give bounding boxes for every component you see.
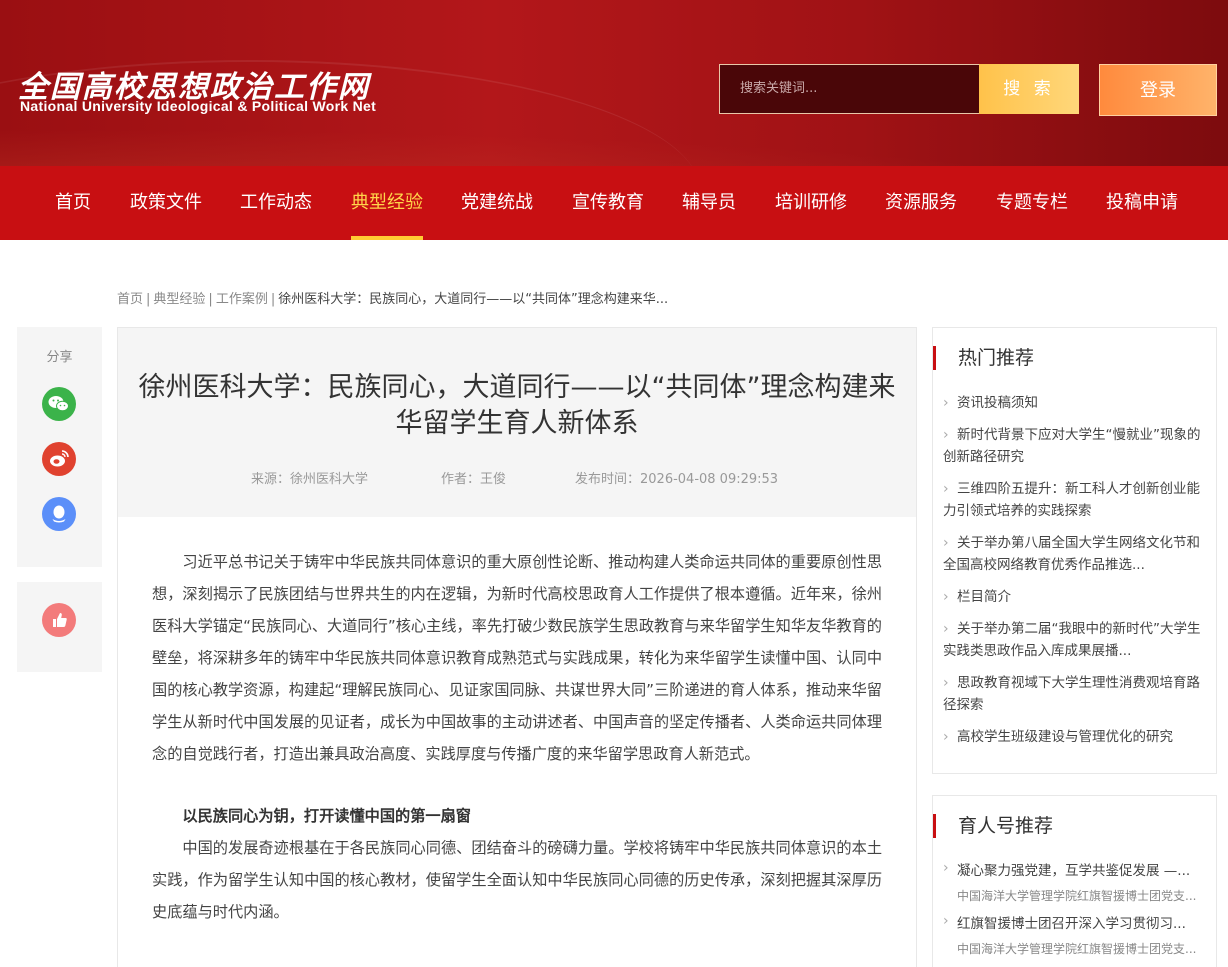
list-item-title[interactable]: 凝心聚力强党建，互学共鉴促发展 —... (957, 860, 1205, 882)
nav-item-typical-experience[interactable]: 典型经验 (351, 166, 423, 240)
nav-item-submission[interactable]: 投稿申请 (1106, 166, 1178, 240)
yuren-recommend-title: 育人号推荐 (933, 814, 1053, 838)
article: 徐州医科大学：民族同心，大道同行——以“共同体”理念构建来华留学生育人新体系 来… (117, 327, 917, 967)
breadcrumb-work-cases[interactable]: 工作案例 (216, 292, 268, 307)
hot-recommend-box: 热门推荐 资讯投稿须知 新时代背景下应对大学生“慢就业”现象的创新路径研究 三维… (932, 327, 1217, 774)
list-item[interactable]: 关于举办第八届全国大学生网络文化节和全国高校网络教育优秀作品推选... (943, 532, 1201, 576)
nav-item-resources[interactable]: 资源服务 (885, 166, 957, 240)
article-author: 作者：王俊 (441, 472, 507, 487)
qq-icon[interactable] (42, 497, 76, 531)
weibo-icon[interactable] (42, 442, 76, 476)
list-item-source: 中国海洋大学管理学院红旗智援博士团党支... (957, 889, 1197, 903)
search-button[interactable]: 搜 索 (979, 64, 1079, 114)
article-source: 来源：徐州医科大学 (251, 472, 369, 487)
breadcrumb-separator: | (146, 292, 151, 307)
nav-item-news[interactable]: 工作动态 (240, 166, 312, 240)
hot-recommend-list: 资讯投稿须知 新时代背景下应对大学生“慢就业”现象的创新路径研究 三维四阶五提升… (943, 392, 1201, 758)
like-panel (17, 582, 102, 672)
nav-item-special-columns[interactable]: 专题专栏 (996, 166, 1068, 240)
article-publish-time: 发布时间：2026-04-08 09:29:53 (575, 472, 779, 487)
list-item[interactable]: 关于举办第二届“我眼中的新时代”大学生实践类思政作品入库成果展播... (943, 618, 1201, 662)
breadcrumb-separator: | (208, 292, 213, 307)
nav-item-publicity-education[interactable]: 宣传教育 (572, 166, 644, 240)
breadcrumb-current: 徐州医科大学：民族同心，大道同行——以“共同体”理念构建来华... (278, 292, 669, 307)
hot-recommend-title: 热门推荐 (933, 346, 1034, 370)
article-header: 徐州医科大学：民族同心，大道同行——以“共同体”理念构建来华留学生育人新体系 来… (118, 328, 916, 517)
main-nav: 首页 政策文件 工作动态 典型经验 党建统战 宣传教育 辅导员 培训研修 资源服… (0, 166, 1228, 240)
nav-item-party-building[interactable]: 党建统战 (461, 166, 533, 240)
breadcrumb-home[interactable]: 首页 (117, 292, 143, 307)
article-paragraph: 中国的发展奇迹根基在于各民族同心同德、团结奋斗的磅礴力量。学校将铸牢中华民族共同… (152, 839, 882, 921)
site-header: 全国高校思想政治工作网 National University Ideologi… (0, 0, 1228, 166)
yuren-recommend-box: 育人号推荐 凝心聚力强党建，互学共鉴促发展 —... 中国海洋大学管理学院红旗智… (932, 795, 1217, 967)
list-item[interactable]: 资讯投稿须知 (943, 392, 1201, 414)
article-paragraph: 习近平总书记关于铸牢中华民族共同体意识的重大原创性论断、推动构建人类命运共同体的… (152, 553, 882, 763)
list-item[interactable]: 三维四阶五提升：新工科人才创新创业能力引领式培养的实践探索 (943, 478, 1201, 522)
list-item[interactable]: 新时代背景下应对大学生“慢就业”现象的创新路径研究 (943, 424, 1201, 468)
breadcrumb-typical-experience[interactable]: 典型经验 (153, 292, 205, 307)
nav-item-policy[interactable]: 政策文件 (130, 166, 202, 240)
list-item[interactable]: 凝心聚力强党建，互学共鉴促发展 —... 中国海洋大学管理学院红旗智援博士团党支… (943, 860, 1205, 905)
nav-item-counselors[interactable]: 辅导员 (682, 166, 736, 240)
article-body: 习近平总书记关于铸牢中华民族共同体意识的重大原创性论断、推动构建人类命运共同体的… (152, 546, 882, 928)
list-item[interactable]: 思政教育视域下大学生理性消费观培育路径探索 (943, 672, 1201, 716)
share-panel: 分享 (17, 327, 102, 567)
yuren-recommend-list: 凝心聚力强党建，互学共鉴促发展 —... 中国海洋大学管理学院红旗智援博士团党支… (943, 860, 1205, 966)
thumbs-up-icon[interactable] (42, 603, 76, 637)
search-input[interactable]: 搜索关键词... (719, 64, 979, 114)
list-item[interactable]: 栏目简介 (943, 586, 1201, 608)
nav-item-home[interactable]: 首页 (55, 166, 91, 240)
article-subheading: 以民族同心为钥，打开读懂中国的第一扇窗 (182, 807, 471, 825)
nav-item-training[interactable]: 培训研修 (775, 166, 847, 240)
list-item-source: 中国海洋大学管理学院红旗智援博士团党支... (957, 942, 1197, 956)
list-item[interactable]: 红旗智援博士团召开深入学习贯彻习... 中国海洋大学管理学院红旗智援博士团党支.… (943, 913, 1205, 958)
list-item[interactable]: 高校学生班级建设与管理优化的研究 (943, 726, 1201, 748)
list-item-title[interactable]: 红旗智援博士团召开深入学习贯彻习... (957, 913, 1205, 935)
wechat-icon[interactable] (42, 387, 76, 421)
breadcrumb: 首页 | 典型经验 | 工作案例 | 徐州医科大学：民族同心，大道同行——以“共同体”理念构… (117, 288, 668, 307)
breadcrumb-separator: | (270, 292, 276, 307)
share-label: 分享 (46, 350, 73, 365)
site-logo-en[interactable]: National University Ideological & Politi… (20, 98, 376, 114)
article-title: 徐州医科大学：民族同心，大道同行——以“共同体”理念构建来华留学生育人新体系 (138, 372, 896, 439)
login-button[interactable]: 登录 (1099, 64, 1217, 116)
